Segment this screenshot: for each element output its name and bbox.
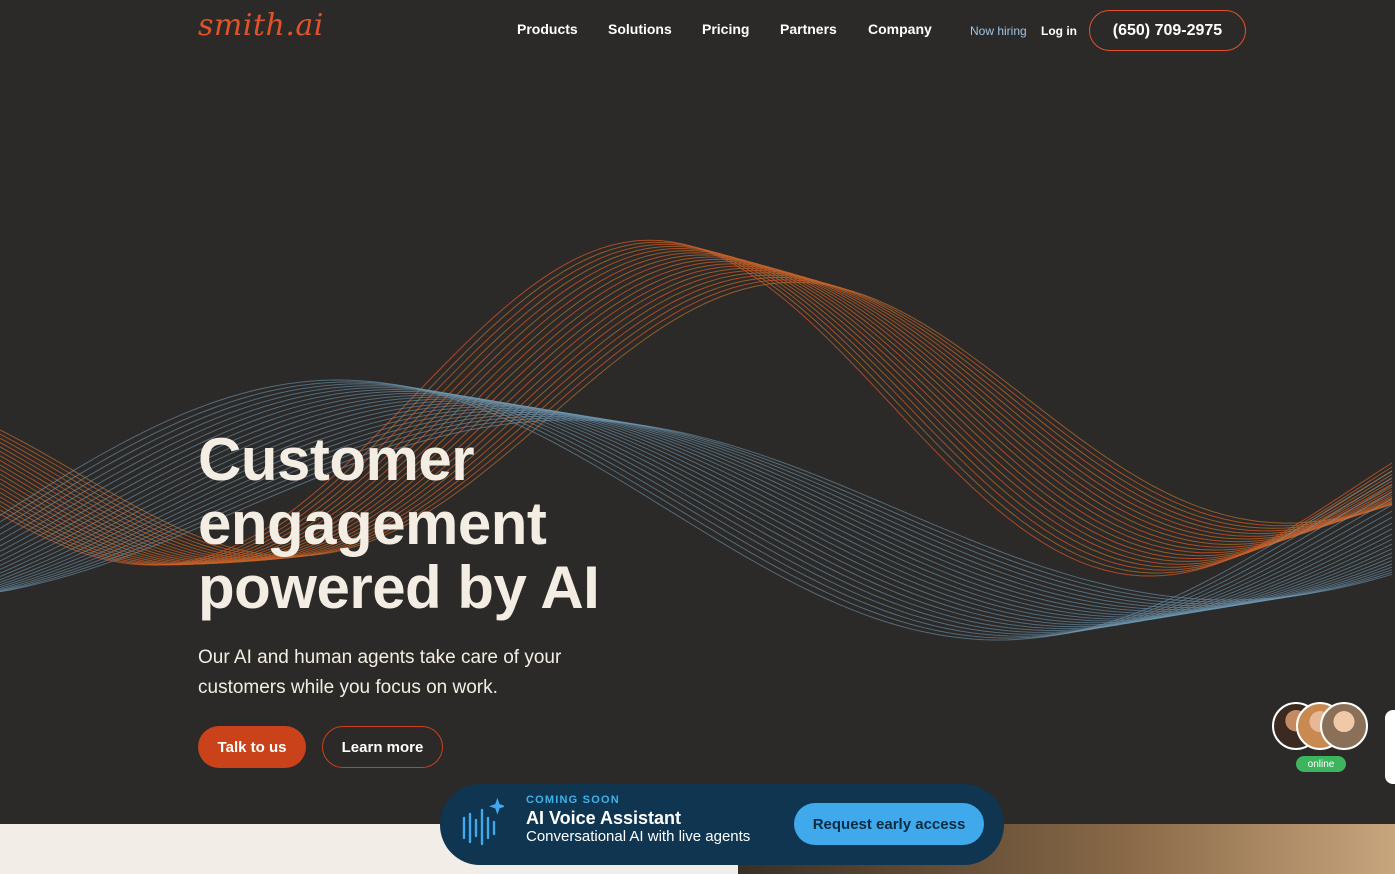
side-feedback-tab[interactable]: [1385, 710, 1395, 784]
live-chat-widget[interactable]: online: [1272, 702, 1372, 774]
hero-subtitle-line: Our AI and human agents take care of you…: [198, 647, 562, 668]
phone-button[interactable]: (650) 709-2975: [1089, 10, 1246, 51]
login-link[interactable]: Log in: [1041, 24, 1077, 38]
nav-products[interactable]: Products: [517, 21, 578, 37]
promo-title: AI Voice Assistant: [526, 808, 682, 828]
ai-voice-assistant-banner: COMING SOON AI Voice Assistant Conversat…: [440, 784, 1004, 865]
coming-soon-eyebrow: COMING SOON: [526, 794, 620, 806]
request-early-access-button[interactable]: Request early access: [794, 803, 984, 845]
hero-title-line: Customer: [198, 426, 475, 493]
agent-avatar: [1320, 702, 1368, 750]
online-status-badge: online: [1296, 756, 1346, 772]
hero-title-line: powered by AI: [198, 554, 600, 621]
hero-title-line: engagement: [198, 490, 547, 557]
talk-to-us-button[interactable]: Talk to us: [198, 726, 306, 768]
promo-description: Conversational AI with live agents: [526, 828, 751, 845]
voice-wave-sparkle-icon: [462, 797, 504, 846]
nav-pricing[interactable]: Pricing: [702, 21, 749, 37]
nav-solutions[interactable]: Solutions: [608, 21, 672, 37]
smith-ai-logo[interactable]: smith.ai: [198, 8, 324, 43]
hero-title: Customer engagement powered by AI: [198, 428, 758, 620]
hero-subtitle-line: customers while you focus on work.: [198, 677, 498, 698]
nav-company[interactable]: Company: [868, 21, 932, 37]
hero-subtitle: Our AI and human agents take care of you…: [198, 643, 618, 703]
top-navigation: smith.ai Products Solutions Pricing Part…: [0, 0, 1395, 62]
now-hiring-link[interactable]: Now hiring: [970, 24, 1027, 38]
learn-more-button[interactable]: Learn more: [322, 726, 443, 768]
nav-partners[interactable]: Partners: [780, 21, 837, 37]
